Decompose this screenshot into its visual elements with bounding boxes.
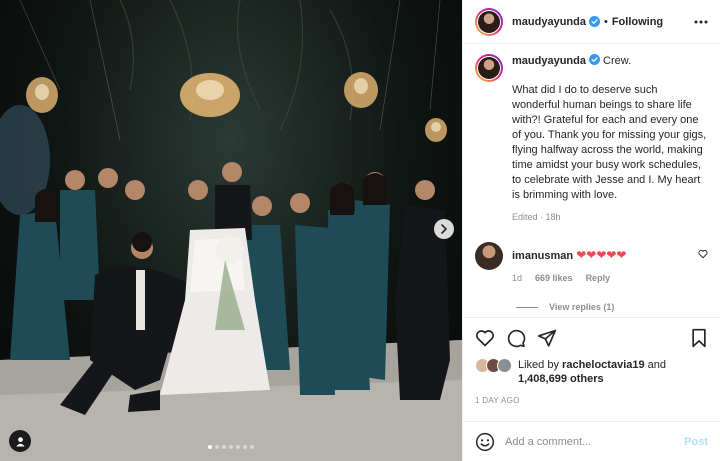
comment-meta: 1d 669 likes Reply <box>512 273 698 283</box>
following-button[interactable]: Following <box>612 16 663 28</box>
post-side-panel: maudyayunda • Following maudyayunda Crew… <box>462 0 720 461</box>
caption-author-avatar[interactable] <box>475 54 503 82</box>
view-replies-button[interactable]: View replies (1) <box>516 302 708 312</box>
instagram-post: maudyayunda • Following maudyayunda Crew… <box>0 0 720 461</box>
carousel-dot <box>229 445 233 449</box>
carousel-dot <box>222 445 226 449</box>
share-icon[interactable] <box>537 328 557 348</box>
caption-meta: Edited · 18h <box>512 212 561 222</box>
post-comment-button[interactable]: Post <box>684 436 708 448</box>
carousel-indicator <box>0 445 462 449</box>
comments-section[interactable]: maudyayunda Crew. What did I do to deser… <box>463 44 720 317</box>
author-avatar[interactable] <box>475 7 503 36</box>
carousel-dot <box>236 445 240 449</box>
carousel-dot <box>208 445 212 449</box>
post-actions: Liked by racheloctavia19 and 1,408,699 o… <box>463 317 720 421</box>
heart-icon[interactable] <box>475 328 495 348</box>
comment-composer: Post <box>463 421 720 461</box>
liked-by-suffix: and <box>647 359 667 371</box>
comment-likes[interactable]: 669 likes <box>535 273 573 283</box>
carousel-dot <box>250 445 254 449</box>
comment-age: 1d <box>512 273 523 283</box>
carousel-dot <box>243 445 247 449</box>
commenter-avatar[interactable] <box>475 242 503 270</box>
caption-text: What did I do to deserve such wonderful … <box>512 84 707 201</box>
header-separator: • <box>603 15 608 28</box>
liked-by-prefix: Liked by <box>518 359 559 371</box>
likes-summary: Liked by racheloctavia19 and 1,408,699 o… <box>475 358 708 386</box>
more-horizontal-icon[interactable] <box>694 20 708 24</box>
bookmark-icon[interactable] <box>690 328 708 348</box>
verified-badge-icon <box>588 16 600 27</box>
author-username[interactable]: maudyayunda <box>512 16 586 28</box>
likes-count[interactable]: 1,408,699 others <box>518 373 604 385</box>
view-replies-label: View replies (1) <box>549 302 615 312</box>
chandelier <box>26 72 447 142</box>
comment-text: ❤❤❤❤❤ <box>576 248 627 262</box>
carousel-dot <box>215 445 219 449</box>
chevron-right-icon <box>441 224 448 234</box>
caption: maudyayunda Crew. What did I do to deser… <box>475 54 708 222</box>
heart-icon[interactable] <box>698 249 708 259</box>
comment-input[interactable] <box>505 435 685 448</box>
liked-by-user[interactable]: racheloctavia19 <box>562 359 645 371</box>
comment-icon[interactable] <box>506 328 526 348</box>
commenter-username[interactable]: imanusman <box>512 250 573 262</box>
wedding-crew-photo <box>0 0 462 461</box>
comment-item: imanusman ❤❤❤❤❤ 1d 669 likes Reply <box>475 242 708 283</box>
edited-time: 18h <box>545 212 561 222</box>
verified-badge-icon <box>588 54 600 65</box>
post-header: maudyayunda • Following <box>463 0 720 44</box>
caption-title: Crew. <box>603 55 632 67</box>
next-photo-button[interactable] <box>434 219 454 239</box>
post-timestamp: 1 DAY AGO <box>475 396 520 405</box>
emoji-icon[interactable] <box>475 432 495 452</box>
post-photo[interactable] <box>0 0 462 461</box>
edited-label: Edited <box>512 212 538 222</box>
liker-avatars <box>475 358 515 374</box>
reply-button[interactable]: Reply <box>586 273 611 283</box>
caption-username[interactable]: maudyayunda <box>512 55 586 67</box>
